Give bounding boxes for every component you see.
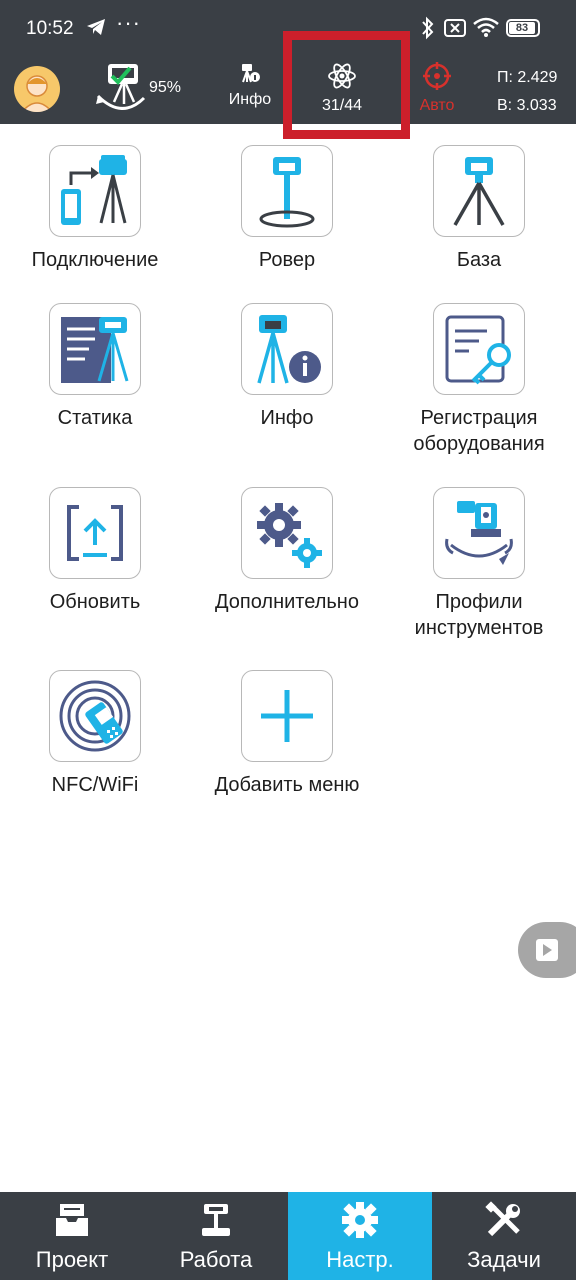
menu-item-update[interactable]: Обновить [15,487,175,615]
nav-settings-label: Настр. [326,1247,394,1272]
menu-item-profiles[interactable]: Профили инструментов [399,487,559,641]
nfc-wifi-label: NFC/WiFi [51,774,139,796]
registration-label: Регистрация оборудования [399,405,559,457]
base-label: База [456,249,502,271]
solution-mode-label: Авто [419,97,455,114]
nfc-wifi-tile[interactable] [49,670,141,762]
nav-work-label: Работа [179,1247,253,1272]
rover-label: Ровер [258,249,316,271]
battery-level: 83 [509,22,535,34]
info-tile[interactable] [241,303,333,395]
instrument-profile-icon [445,501,513,565]
add-menu-tile[interactable] [241,670,333,762]
rover-tile[interactable] [241,145,333,237]
menu-item-rover[interactable]: Ровер [207,145,367,273]
nav-work[interactable]: Работа [144,1192,288,1280]
wifi-icon [473,17,499,37]
header-info-label: Инфо [228,91,272,108]
nav-project-label: Проект [35,1247,109,1272]
device-battery-text: 95% [149,79,182,96]
rover-icon [259,157,315,228]
static-label: Статика [57,407,133,429]
receiver-info-icon [242,64,260,83]
bottom-nav: Проект Работа Настр. Задачи [0,1192,576,1280]
connect-label: Подключение [31,249,159,271]
info-label: Инфо [260,407,314,429]
plus-icon [261,690,313,742]
base-tile[interactable] [433,145,525,237]
p-value: П: 2.429 [497,69,558,86]
add-menu-label: Добавить меню [214,774,360,796]
bluetooth-icon [422,16,434,40]
upload-icon [67,505,123,561]
nav-tasks[interactable]: Задачи [432,1192,576,1280]
inbox-tray-icon [56,1204,88,1236]
registration-tile[interactable] [433,303,525,395]
status-time: 10:52 [26,18,74,39]
gears-icon [257,503,322,568]
menu-item-registration[interactable]: Регистрация оборудования [399,303,559,457]
tools-icon [485,1201,520,1237]
base-icon [453,157,505,226]
menu-item-static[interactable]: Статика [15,303,175,431]
crosshair-icon [423,62,451,90]
static-icon [61,317,129,383]
registration-label-line2: оборудования [413,433,545,455]
receiver-info-icon [257,315,321,384]
rover-work-icon [202,1204,230,1236]
update-tile[interactable] [49,487,141,579]
floating-play-button[interactable] [518,922,576,978]
avatar[interactable] [14,66,60,112]
menu-item-connect[interactable]: Подключение [15,145,175,273]
precision-readout: П: 2.429 В: 3.033 [497,64,557,120]
update-label: Обновить [49,591,141,613]
receiver-battery-icon[interactable] [94,62,148,114]
connect-phone-receiver-icon [61,155,127,225]
nav-settings[interactable]: Настр. [288,1192,432,1280]
advanced-label: Дополнительно [215,591,359,613]
menu-item-add-menu[interactable]: Добавить меню [207,670,367,798]
document-key-icon [445,315,511,385]
more-notifications-icon: ··· [116,10,141,35]
profiles-label-line2: инструментов [414,617,544,639]
nav-project[interactable]: Проект [0,1192,144,1280]
telegram-icon [87,19,105,35]
menu-item-info[interactable]: Инфо [207,303,367,431]
profiles-tile[interactable] [433,487,525,579]
menu-item-advanced[interactable]: Дополнительно [207,487,367,615]
advanced-tile[interactable] [241,487,333,579]
gear-icon [342,1202,378,1238]
sim-x-icon [444,19,466,37]
profiles-label: Профили инструментов [399,589,559,641]
menu-item-base[interactable]: База [399,145,559,273]
solution-mode-button[interactable]: Авто [412,62,462,115]
nfc-wifi-icon [59,680,131,752]
v-value: В: 3.033 [497,97,557,114]
menu-item-nfc-wifi[interactable]: NFC/WiFi [15,670,175,798]
profiles-label-line1: Профили [435,591,523,613]
user-icon [21,75,53,112]
battery-icon: 83 [506,19,540,37]
registration-label-line1: Регистрация [420,407,538,429]
highlight-box [283,31,410,139]
static-tile[interactable] [49,303,141,395]
connect-tile[interactable] [49,145,141,237]
nav-tasks-label: Задачи [467,1247,541,1272]
header-info-button[interactable]: Инфо [222,62,278,109]
